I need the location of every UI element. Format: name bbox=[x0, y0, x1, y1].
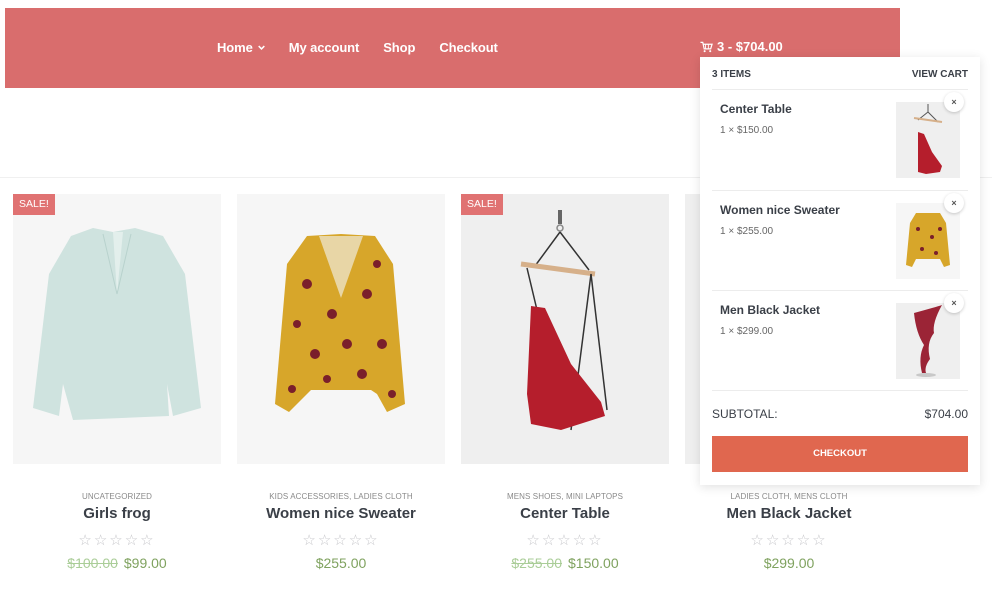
product-card[interactable]: KIDS ACCESSORIES, LADIES CLOTH Women nic… bbox=[237, 194, 445, 571]
product-price: $255.00 bbox=[237, 555, 445, 571]
mini-cart-item-name[interactable]: Center Table bbox=[720, 102, 792, 116]
product-category[interactable]: LADIES CLOTH, MENS CLOTH bbox=[685, 492, 893, 501]
product-image-women-nice-sweater[interactable] bbox=[237, 194, 445, 464]
mini-cart-item-name[interactable]: Men Black Jacket bbox=[720, 303, 820, 317]
nav-home[interactable]: Home bbox=[217, 40, 265, 55]
sale-price: $99.00 bbox=[123, 555, 167, 571]
rating-stars: ☆☆☆☆☆ bbox=[750, 532, 828, 549]
main-nav: Home My account Shop Checkout bbox=[217, 40, 522, 55]
mini-cart-item-thumbnail[interactable] bbox=[896, 102, 960, 178]
product-price: $100.00 $99.00 bbox=[13, 555, 221, 571]
rating-stars: ☆☆☆☆☆ bbox=[78, 532, 156, 549]
sculpture-thumb bbox=[914, 305, 942, 377]
product-card[interactable]: SALE! UNCATEGORIZED Girls frog ☆☆☆☆☆ $10… bbox=[13, 194, 221, 571]
subtotal-label: SUBTOTAL: bbox=[712, 407, 778, 421]
product-category[interactable]: KIDS ACCESSORIES, LADIES CLOTH bbox=[237, 492, 445, 501]
nav-checkout[interactable]: Checkout bbox=[439, 40, 498, 55]
mini-cart-item: Men Black Jacket 1 × $299.00 × bbox=[712, 291, 968, 391]
regular-price: $255.00 bbox=[315, 555, 367, 571]
mini-cart-item-thumbnail[interactable] bbox=[896, 303, 960, 379]
cart-icon bbox=[700, 41, 713, 52]
mini-cart-item: Women nice Sweater 1 × $255.00 × bbox=[712, 191, 968, 291]
checkout-button[interactable]: CHECKOUT bbox=[712, 436, 968, 472]
subtotal-row: SUBTOTAL: $704.00 bbox=[712, 407, 968, 421]
subtotal-value: $704.00 bbox=[924, 407, 968, 421]
sweater-thumb bbox=[906, 213, 950, 267]
mini-cart-header: 3 ITEMS VIEW CART bbox=[712, 69, 968, 80]
sale-price: $150.00 bbox=[568, 555, 619, 571]
rating-stars: ☆☆☆☆☆ bbox=[302, 532, 380, 549]
sale-badge: SALE! bbox=[461, 194, 503, 215]
mini-cart-item-qty-price: 1 × $255.00 bbox=[720, 226, 774, 237]
remove-item-button[interactable]: × bbox=[944, 193, 964, 213]
hanging-chair-thumb bbox=[913, 104, 943, 174]
cart-summary: 3 - $704.00 bbox=[717, 39, 783, 54]
mini-cart-item: Center Table 1 × $150.00 × bbox=[712, 90, 968, 190]
sweater-image bbox=[275, 234, 405, 412]
nav-shop[interactable]: Shop bbox=[383, 40, 415, 55]
product-title[interactable]: Girls frog bbox=[13, 505, 221, 522]
product-title[interactable]: Men Black Jacket bbox=[685, 505, 893, 522]
product-image-center-table[interactable]: SALE! bbox=[461, 194, 669, 464]
product-price: $255.00 $150.00 bbox=[461, 555, 669, 571]
product-category[interactable]: MENS SHOES, MINI LAPTOPS bbox=[461, 492, 669, 501]
product-image-girls-frog[interactable]: SALE! bbox=[13, 194, 221, 464]
mini-cart-item-name[interactable]: Women nice Sweater bbox=[720, 203, 840, 217]
old-price: $100.00 bbox=[67, 555, 118, 571]
product-category[interactable]: UNCATEGORIZED bbox=[13, 492, 221, 501]
mini-cart-count: 3 ITEMS bbox=[712, 69, 751, 80]
product-price: $299.00 bbox=[685, 555, 893, 571]
mini-cart-item-qty-price: 1 × $299.00 bbox=[720, 326, 774, 337]
rating-stars: ☆☆☆☆☆ bbox=[526, 532, 604, 549]
product-title[interactable]: Women nice Sweater bbox=[237, 505, 445, 522]
regular-price: $299.00 bbox=[763, 555, 815, 571]
view-cart-link[interactable]: VIEW CART bbox=[912, 69, 968, 80]
divider bbox=[712, 390, 968, 391]
mini-cart-item-thumbnail[interactable] bbox=[896, 203, 960, 279]
mini-cart-dropdown: 3 ITEMS VIEW CART Center Table 1 × $150.… bbox=[700, 57, 980, 485]
remove-item-button[interactable]: × bbox=[944, 92, 964, 112]
blouse-image bbox=[33, 228, 201, 420]
chevron-down-icon bbox=[257, 45, 265, 50]
nav-home-label: Home bbox=[217, 40, 253, 55]
mini-cart-item-qty-price: 1 × $150.00 bbox=[720, 125, 774, 136]
product-card[interactable]: SALE! MENS SHOES, MINI LAPTOPS Center Ta… bbox=[461, 194, 669, 571]
hanging-chair-image bbox=[520, 210, 608, 431]
header-cart-link[interactable]: 3 - $704.00 bbox=[700, 39, 783, 54]
remove-item-button[interactable]: × bbox=[944, 293, 964, 313]
sale-badge: SALE! bbox=[13, 194, 55, 215]
product-title[interactable]: Center Table bbox=[461, 505, 669, 522]
nav-my-account[interactable]: My account bbox=[289, 40, 360, 55]
old-price: $255.00 bbox=[511, 555, 562, 571]
